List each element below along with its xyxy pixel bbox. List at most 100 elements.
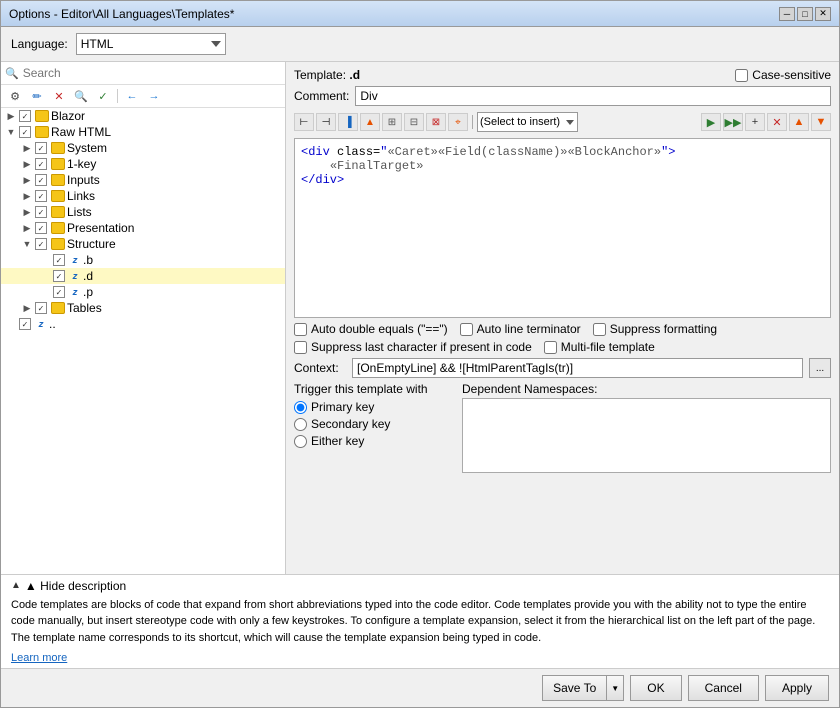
tree-toggle-presentation[interactable]: ▶ [21, 222, 33, 234]
ed-btn-8[interactable]: ⌖ [448, 113, 468, 131]
checkbox-blazor[interactable] [19, 110, 31, 122]
description-panel: ▲ ▲ Hide description Code templates are … [1, 574, 839, 669]
auto-line-terminator-checkbox[interactable] [460, 323, 473, 336]
list-item[interactable]: ▼ Structure [1, 236, 285, 252]
ed-btn-5[interactable]: ⊞ [382, 113, 402, 131]
tree-edit-button[interactable]: ✏ [27, 87, 47, 105]
trigger-label: Trigger this template with [294, 382, 454, 396]
ed-btn-6[interactable]: ⊟ [404, 113, 424, 131]
tree-toggle-lists[interactable]: ▶ [21, 206, 33, 218]
tree-check-button[interactable]: ✓ [93, 87, 113, 105]
checkbox-1key[interactable] [35, 158, 47, 170]
radio-either-key-input[interactable] [294, 435, 307, 448]
tree-toggle-links[interactable]: ▶ [21, 190, 33, 202]
tree-toggle-blazor[interactable]: ▶ [5, 110, 17, 122]
ed-btn-3[interactable]: ▐ [338, 113, 358, 131]
checkbox-d[interactable] [53, 270, 65, 282]
nav-btn-go1[interactable]: ▶ [701, 113, 721, 131]
checkbox-inputs[interactable] [35, 174, 47, 186]
checkbox-system[interactable] [35, 142, 47, 154]
tree-toggle-rawhtml[interactable]: ▼ [5, 126, 17, 138]
checkbox-presentation[interactable] [35, 222, 47, 234]
desc-header[interactable]: ▲ ▲ Hide description [11, 579, 829, 593]
nav-btn-remove[interactable]: ✕ [767, 113, 787, 131]
minimize-button[interactable]: ─ [779, 7, 795, 21]
multi-file-label: Multi-file template [561, 340, 655, 354]
save-to-dropdown-button[interactable]: ▼ [606, 675, 624, 701]
suppress-formatting-checkbox[interactable] [593, 323, 606, 336]
list-item[interactable]: 𝒛 .p [1, 284, 285, 300]
nav-btn-up[interactable]: ▲ [789, 113, 809, 131]
close-button[interactable]: ✕ [815, 7, 831, 21]
tree-toggle-inputs[interactable]: ▶ [21, 174, 33, 186]
checkbox-links[interactable] [35, 190, 47, 202]
ok-button[interactable]: OK [630, 675, 681, 701]
multi-file-checkbox[interactable] [544, 341, 557, 354]
list-item[interactable]: ▶ 1-key [1, 156, 285, 172]
nav-btn-down[interactable]: ▼ [811, 113, 831, 131]
save-to-button[interactable]: Save To [542, 675, 606, 701]
ed-btn-7[interactable]: ⊠ [426, 113, 446, 131]
learn-more-link[interactable]: Learn more [11, 652, 67, 664]
checkbox-lists[interactable] [35, 206, 47, 218]
desc-arrow-icon: ▲ [11, 580, 21, 591]
list-item[interactable]: ▶ Inputs [1, 172, 285, 188]
maximize-button[interactable]: □ [797, 7, 813, 21]
comment-input[interactable] [355, 86, 831, 106]
code-editor[interactable]: <div class="«Caret»«Field(className)»«Bl… [294, 138, 831, 318]
auto-double-equals-checkbox[interactable] [294, 323, 307, 336]
list-item[interactable]: ▶ Presentation [1, 220, 285, 236]
checkbox-p[interactable] [53, 286, 65, 298]
case-sensitive-checkbox[interactable] [735, 69, 748, 82]
tree-label-rawhtml: Raw HTML [51, 125, 111, 139]
tree-toggle-system[interactable]: ▶ [21, 142, 33, 154]
checkbox-b[interactable] [53, 254, 65, 266]
title-bar: Options - Editor\All Languages\Templates… [1, 1, 839, 27]
tree-label-inputs: Inputs [67, 173, 100, 187]
context-input[interactable] [352, 358, 803, 378]
ed-btn-4[interactable]: ▲ [360, 113, 380, 131]
cancel-button[interactable]: Cancel [688, 675, 759, 701]
ed-btn-1[interactable]: ⊢ [294, 113, 314, 131]
list-item[interactable]: ▶ Links [1, 188, 285, 204]
list-item[interactable]: ▶ Lists [1, 204, 285, 220]
nav-btn-add[interactable]: + [745, 113, 765, 131]
list-item[interactable]: ▶ Tables [1, 300, 285, 316]
nav-btns: ▶ ▶▶ + ✕ ▲ ▼ [701, 113, 831, 131]
ed-btn-2[interactable]: ⊣ [316, 113, 336, 131]
list-item[interactable]: ▶ System [1, 140, 285, 156]
tree-search-button[interactable]: 🔍 [71, 87, 91, 105]
desc-header-label: ▲ Hide description [25, 579, 126, 593]
search-input[interactable] [23, 66, 281, 80]
list-item[interactable]: 𝒛 .b [1, 252, 285, 268]
template-icon-p: 𝒛 [69, 286, 81, 298]
radio-primary-key-input[interactable] [294, 401, 307, 414]
list-item[interactable]: ▼ Raw HTML [1, 124, 285, 140]
list-item[interactable]: ▶ Blazor [1, 108, 285, 124]
language-row: Language: HTML CSS JavaScript [1, 27, 839, 61]
list-item[interactable]: 𝒛 .. [1, 316, 285, 332]
checkbox-structure[interactable] [35, 238, 47, 250]
radio-secondary-key-input[interactable] [294, 418, 307, 431]
apply-button[interactable]: Apply [765, 675, 829, 701]
checkbox-rawhtml[interactable] [19, 126, 31, 138]
tree-toggle-1key[interactable]: ▶ [21, 158, 33, 170]
select-insert-dropdown[interactable]: (Select to insert) $END$ $SELECTION$ [477, 112, 578, 132]
checkbox-tables[interactable] [35, 302, 47, 314]
folder-icon-rawhtml [35, 126, 49, 138]
tree-settings-button[interactable]: ⚙ [5, 87, 25, 105]
tree-toggle-structure[interactable]: ▼ [21, 238, 33, 250]
list-item[interactable]: 𝒛 .d [1, 268, 285, 284]
context-browse-button[interactable]: ... [809, 358, 831, 378]
tree-toggle-tables[interactable]: ▶ [21, 302, 33, 314]
language-label: Language: [11, 37, 68, 51]
dependent-ns-box[interactable] [462, 398, 831, 473]
tree-nav-right-button[interactable]: → [144, 87, 164, 105]
tree-area: ▶ Blazor ▼ Raw HTML ▶ System [1, 108, 285, 574]
tree-nav-left-button[interactable]: ← [122, 87, 142, 105]
tree-delete-button[interactable]: ✕ [49, 87, 69, 105]
checkbox-dotdot[interactable] [19, 318, 31, 330]
language-select[interactable]: HTML CSS JavaScript [76, 33, 226, 55]
suppress-last-char-checkbox[interactable] [294, 341, 307, 354]
nav-btn-go2[interactable]: ▶▶ [723, 113, 743, 131]
